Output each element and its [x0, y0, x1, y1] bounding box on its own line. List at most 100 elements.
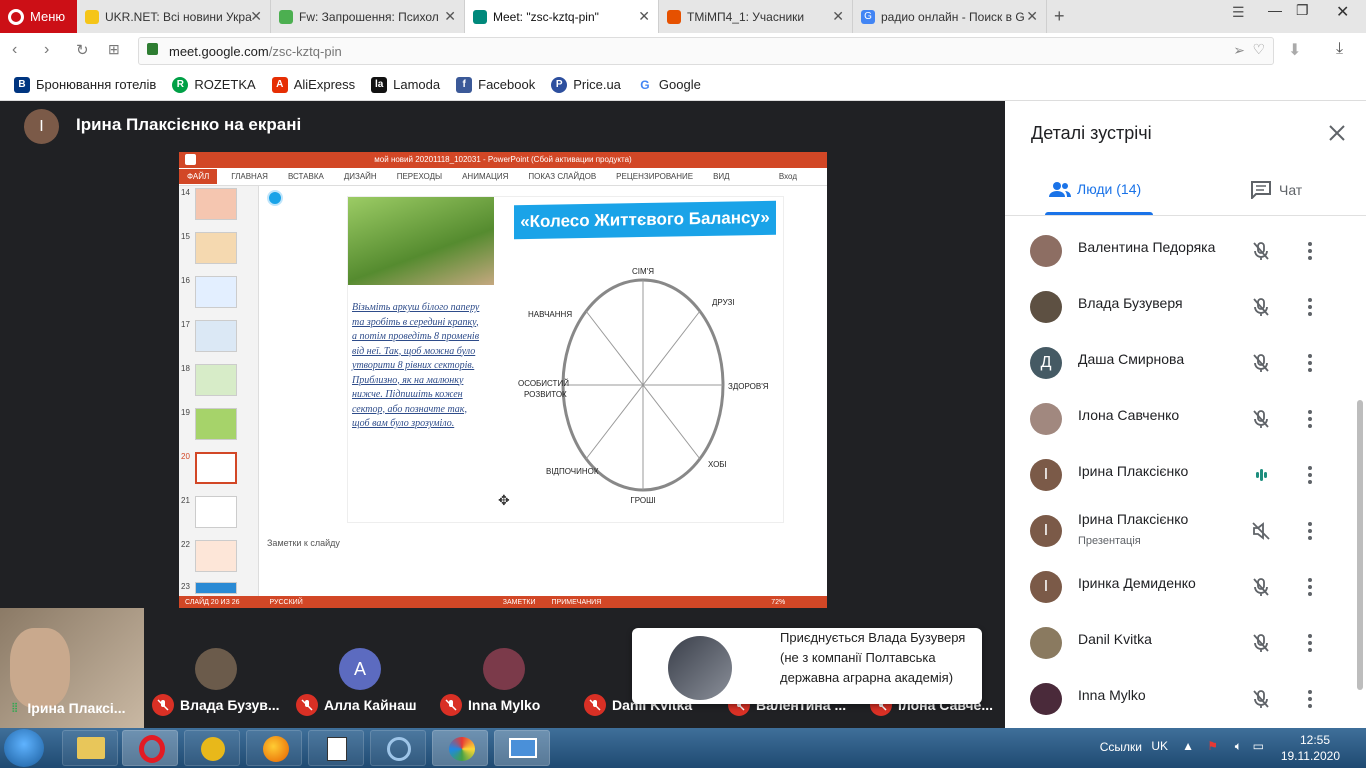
taskbar-opera[interactable] [122, 730, 178, 766]
more-options-icon[interactable] [1307, 241, 1313, 261]
participant-tile[interactable]: Влада Бузув... [150, 608, 290, 728]
ppt-signin[interactable]: Вход [779, 172, 797, 181]
ppt-tab-transitions[interactable]: ПЕРЕХОДЫ [397, 172, 442, 181]
status-comments-button[interactable]: ПРИМЕЧАНИЯ [552, 599, 602, 606]
mic-off-icon[interactable] [1251, 297, 1271, 317]
close-tab-icon[interactable]: ✕ [250, 8, 262, 25]
tab-meet[interactable]: Meet: "zsc-kztq-pin" ✕ [465, 0, 659, 33]
close-tab-icon[interactable]: ✕ [1026, 8, 1038, 25]
network-warning-icon[interactable]: ⚑ [1207, 739, 1218, 753]
url-field[interactable]: meet.google.com/zsc-kztq-pin ➢ ♡ [138, 37, 1274, 65]
tab-google-search[interactable]: G радио онлайн - Поиск в G ✕ [853, 0, 1047, 33]
slide-thumbnail[interactable] [195, 188, 237, 220]
reload-icon[interactable]: ↻ [76, 41, 89, 59]
slide-thumbnail[interactable] [195, 408, 237, 440]
close-window-icon[interactable]: ✕ [1336, 2, 1349, 22]
more-options-icon[interactable] [1307, 577, 1313, 597]
download-arrow-icon[interactable]: ⬇ [1288, 40, 1301, 60]
more-options-icon[interactable] [1307, 465, 1313, 485]
taskbar-paint[interactable] [432, 730, 488, 766]
ppt-tab-design[interactable]: ДИЗАЙН [344, 172, 377, 181]
tab-chat[interactable]: Чат [1251, 181, 1302, 199]
participant-row[interactable]: Danil Kvitka [1005, 615, 1366, 671]
volume-icon[interactable]: 🔈︎ [1235, 739, 1242, 754]
taskbar-photos[interactable] [494, 730, 550, 766]
slide-thumbnail-selected[interactable] [195, 452, 237, 484]
mic-off-icon[interactable] [1251, 353, 1271, 373]
slide-thumbnail[interactable] [195, 320, 237, 352]
more-options-icon[interactable] [1307, 633, 1313, 653]
tab-people[interactable]: Люди (14) [1049, 181, 1141, 197]
battery-icon[interactable]: ▭ [1253, 739, 1264, 753]
self-video-tile[interactable]: ⦙⦙ Ірина Плаксі... [0, 608, 144, 728]
mic-off-icon[interactable] [1251, 633, 1271, 653]
participant-row[interactable]: І Ірина Плаксієнко [1005, 447, 1366, 503]
ppt-tab-file[interactable]: ФАЙЛ [179, 169, 218, 184]
close-tab-icon[interactable]: ✕ [638, 8, 650, 25]
participant-row[interactable]: Ілона Савченко [1005, 391, 1366, 447]
opera-menu-button[interactable]: Меню [0, 0, 77, 33]
taskbar-app-3[interactable] [184, 730, 240, 766]
participant-row[interactable]: Inna Mylko [1005, 671, 1366, 727]
mic-off-icon[interactable] [1251, 241, 1271, 261]
ppt-tab-animation[interactable]: АНИМАЦИЯ [462, 172, 508, 181]
taskbar-app-6[interactable] [370, 730, 426, 766]
tab-ukrnet[interactable]: UKR.NET: Всі новини Укра ✕ [77, 0, 271, 33]
bookmark-booking[interactable]: B Бронювання готелів [14, 76, 156, 93]
more-options-icon[interactable] [1307, 297, 1313, 317]
participant-row[interactable]: Влада Бузуверя [1005, 279, 1366, 335]
speaking-indicator-icon[interactable] [1251, 465, 1271, 485]
tab-mail[interactable]: Fw: Запрошення: Психол ✕ [271, 0, 465, 33]
more-options-icon[interactable] [1307, 409, 1313, 429]
forward-arrow-icon[interactable]: › [44, 41, 49, 59]
clock-time[interactable]: 12:55 [1300, 733, 1330, 747]
new-tab-plus-icon[interactable]: + [1054, 6, 1065, 27]
bookmark-heart-icon[interactable]: ♡ [1252, 41, 1265, 58]
taskbar-app-5[interactable] [308, 730, 364, 766]
slide-thumbnail[interactable] [195, 232, 237, 264]
bookmark-google[interactable]: G Google [636, 76, 701, 93]
slide-thumbnail[interactable] [195, 496, 237, 528]
bookmark-facebook[interactable]: f Facebook [456, 76, 535, 93]
maximize-window-icon[interactable]: ❐ [1296, 2, 1309, 19]
mic-off-icon[interactable] [1251, 577, 1271, 597]
more-options-icon[interactable] [1307, 689, 1313, 709]
participant-tile[interactable]: A Алла Кайнаш [294, 608, 434, 728]
participant-tile[interactable]: Inna Mylko [438, 608, 578, 728]
volume-off-icon[interactable] [1251, 521, 1271, 541]
status-notes-button[interactable]: ЗАМЕТКИ [503, 599, 536, 606]
participant-row[interactable]: Д Даша Смирнова [1005, 335, 1366, 391]
bookmark-aliexpress[interactable]: A AliExpress [271, 76, 355, 93]
participant-row[interactable]: Валентина Педоряка [1005, 223, 1366, 279]
ppt-tab-insert[interactable]: ВСТАВКА [288, 172, 324, 181]
language-indicator[interactable]: UK [1151, 739, 1168, 753]
tab-menu-icon[interactable]: ☰ [1232, 4, 1245, 21]
ppt-tab-view[interactable]: ВИД [713, 172, 730, 181]
send-icon[interactable]: ➢ [1233, 42, 1245, 59]
ppt-tab-home[interactable]: ГЛАВНАЯ [231, 172, 268, 181]
status-zoom[interactable]: 72% [771, 599, 785, 606]
participant-list-scrollbar[interactable] [1357, 400, 1363, 690]
taskbar-explorer[interactable] [62, 730, 118, 766]
tray-expand-icon[interactable]: ▲ [1182, 739, 1194, 753]
speed-dial-grid-icon[interactable]: ⊞ [108, 41, 120, 58]
links-toolbar[interactable]: Ссылки [1100, 740, 1142, 754]
more-options-icon[interactable] [1307, 353, 1313, 373]
back-arrow-icon[interactable]: ‹ [12, 41, 17, 59]
more-options-icon[interactable] [1307, 521, 1313, 541]
join-notification-toast[interactable]: Приєднується Влада Бузуверя (не з компан… [632, 628, 982, 704]
taskbar-firefox[interactable] [246, 730, 302, 766]
slide-thumbnail[interactable] [195, 364, 237, 396]
bookmark-price[interactable]: P Price.ua [551, 76, 621, 93]
minimize-window-icon[interactable]: — [1268, 2, 1282, 18]
mic-off-icon[interactable] [1251, 409, 1271, 429]
mic-off-icon[interactable] [1251, 689, 1271, 709]
slide-thumbnail[interactable] [195, 276, 237, 308]
close-tab-icon[interactable]: ✕ [444, 8, 456, 25]
close-tab-icon[interactable]: ✕ [832, 8, 844, 25]
participant-row[interactable]: І Іринка Демиденко [1005, 559, 1366, 615]
bookmark-rozetka[interactable]: R ROZETKA [172, 76, 256, 93]
slide-thumbnail[interactable] [195, 582, 237, 594]
downloads-icon[interactable]: ⤓ [1336, 40, 1343, 58]
tab-moodle[interactable]: ТМіМП4_1: Учасники ✕ [659, 0, 853, 33]
